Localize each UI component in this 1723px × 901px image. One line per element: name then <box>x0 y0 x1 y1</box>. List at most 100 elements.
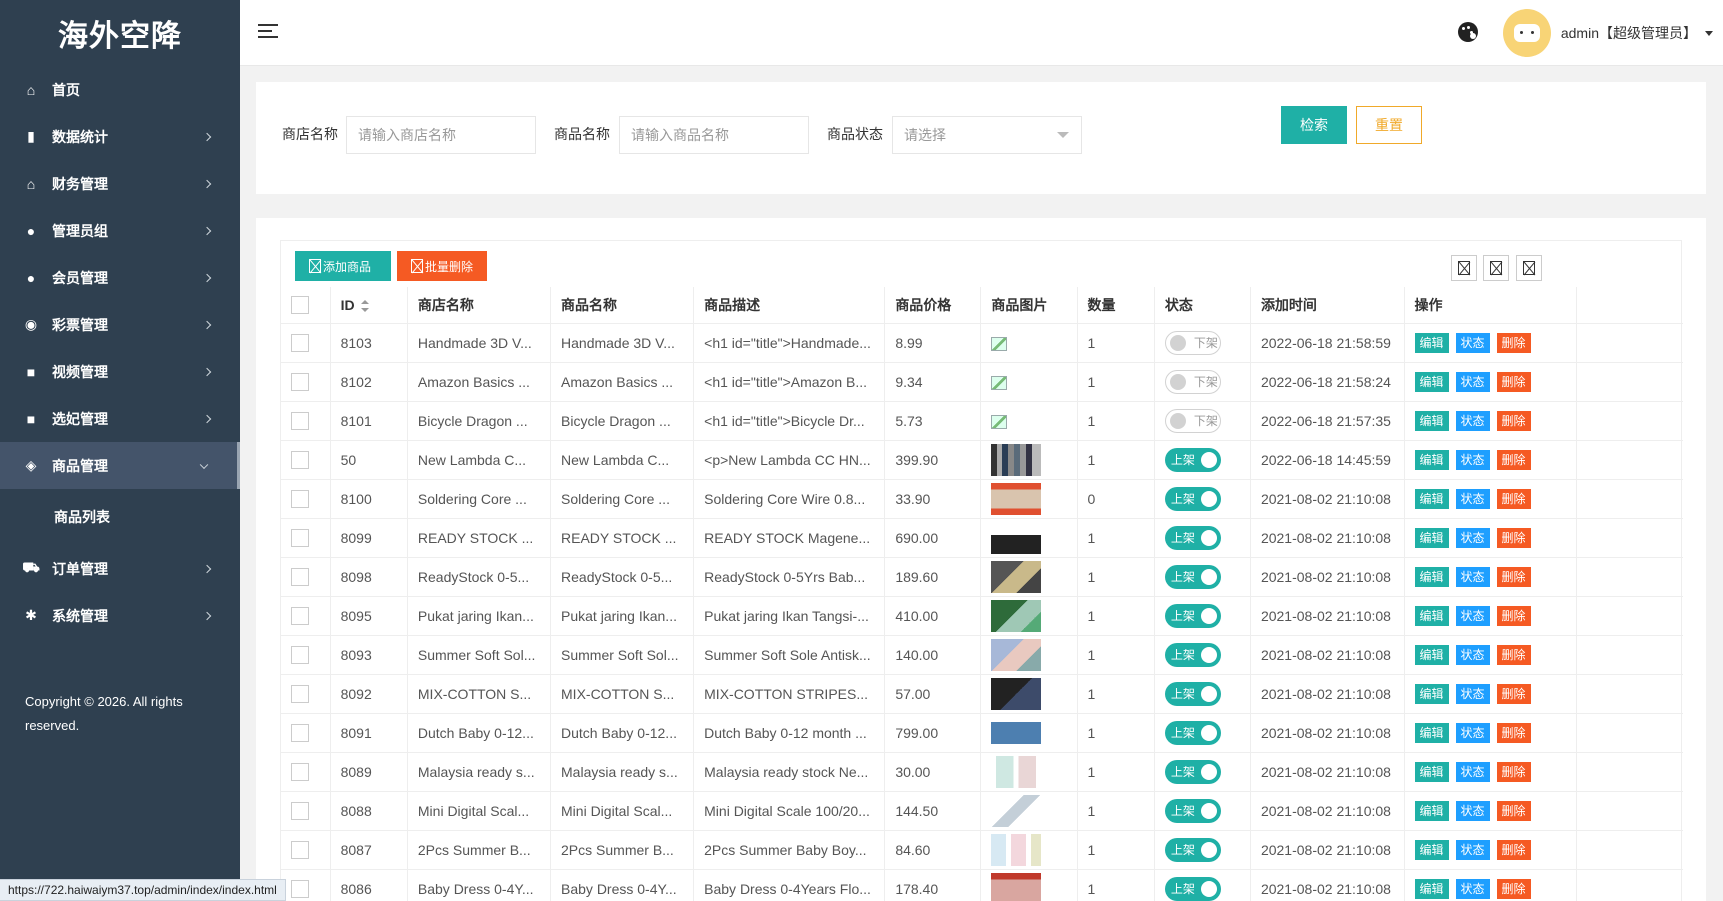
status-toggle[interactable]: 上架 <box>1164 447 1221 472</box>
delete-button[interactable]: 删除 <box>1496 605 1531 626</box>
status-toggle[interactable]: 上架 <box>1164 798 1221 823</box>
status-toggle[interactable]: 上架 <box>1164 837 1221 862</box>
edit-button[interactable]: 编辑 <box>1414 527 1449 548</box>
product-thumbnail[interactable] <box>991 833 1042 866</box>
edit-button[interactable]: 编辑 <box>1414 761 1449 782</box>
delete-button[interactable]: 删除 <box>1496 410 1531 431</box>
sidebar-subitem-product-list[interactable]: 商品列表 <box>0 489 240 545</box>
product-thumbnail[interactable] <box>991 755 1042 788</box>
status-toggle[interactable]: 上架 <box>1164 564 1221 589</box>
broken-image-icon[interactable] <box>991 414 1008 429</box>
edit-button[interactable]: 编辑 <box>1414 839 1449 860</box>
state-button[interactable]: 状态 <box>1455 878 1490 899</box>
batch-delete-button[interactable]: 批量删除 <box>397 251 487 281</box>
status-toggle[interactable]: 上架 <box>1164 681 1221 706</box>
state-button[interactable]: 状态 <box>1455 683 1490 704</box>
state-button[interactable]: 状态 <box>1455 761 1490 782</box>
edit-button[interactable]: 编辑 <box>1414 800 1449 821</box>
state-button[interactable]: 状态 <box>1455 644 1490 665</box>
sidebar-item-2[interactable]: ⌂ 财务管理 <box>0 160 240 207</box>
row-checkbox[interactable] <box>291 489 309 508</box>
sidebar-item-8[interactable]: ◈ 商品管理 <box>0 442 240 489</box>
product-thumbnail[interactable] <box>991 599 1042 632</box>
delete-button[interactable]: 删除 <box>1496 683 1531 704</box>
product-thumbnail[interactable] <box>991 716 1042 749</box>
status-toggle[interactable]: 下架 <box>1164 408 1221 433</box>
sidebar-item-9[interactable]: ⛟ 订单管理 <box>0 545 240 592</box>
broken-image-icon[interactable] <box>991 336 1008 351</box>
app-logo[interactable]: 海外空降 <box>0 0 240 66</box>
status-toggle[interactable]: 上架 <box>1164 876 1221 901</box>
row-checkbox[interactable] <box>291 372 309 391</box>
menu-toggle-icon[interactable] <box>258 24 278 40</box>
delete-button[interactable]: 删除 <box>1496 644 1531 665</box>
edit-button[interactable]: 编辑 <box>1414 410 1449 431</box>
edit-button[interactable]: 编辑 <box>1414 332 1449 353</box>
state-button[interactable]: 状态 <box>1455 800 1490 821</box>
col-id[interactable]: ID <box>330 287 408 324</box>
export-icon[interactable] <box>1483 255 1509 281</box>
product-thumbnail[interactable] <box>991 443 1042 476</box>
sidebar-item-3[interactable]: ● 管理员组 <box>0 207 240 254</box>
delete-button[interactable]: 删除 <box>1496 722 1531 743</box>
broken-image-icon[interactable] <box>991 375 1008 390</box>
state-button[interactable]: 状态 <box>1455 605 1490 626</box>
row-checkbox[interactable] <box>291 762 309 781</box>
sidebar-item-5[interactable]: ◉ 彩票管理 <box>0 301 240 348</box>
product-name-input[interactable]: 请输入商品名称 <box>619 116 809 154</box>
product-thumbnail[interactable] <box>991 872 1042 901</box>
print-icon[interactable] <box>1516 255 1542 281</box>
delete-button[interactable]: 删除 <box>1496 566 1531 587</box>
edit-button[interactable]: 编辑 <box>1414 449 1449 470</box>
sidebar-item-10[interactable]: ✱ 系统管理 <box>0 592 240 639</box>
row-checkbox[interactable] <box>291 840 309 859</box>
state-button[interactable]: 状态 <box>1455 839 1490 860</box>
status-toggle[interactable]: 上架 <box>1164 759 1221 784</box>
state-button[interactable]: 状态 <box>1455 722 1490 743</box>
sidebar-item-6[interactable]: ■ 视频管理 <box>0 348 240 395</box>
sort-icon[interactable] <box>360 300 369 313</box>
status-toggle[interactable]: 下架 <box>1164 369 1221 394</box>
search-button[interactable]: 检索 <box>1281 106 1347 144</box>
edit-button[interactable]: 编辑 <box>1414 644 1449 665</box>
delete-button[interactable]: 删除 <box>1496 878 1531 899</box>
product-thumbnail[interactable] <box>991 560 1042 593</box>
row-checkbox[interactable] <box>291 801 309 820</box>
state-button[interactable]: 状态 <box>1455 566 1490 587</box>
row-checkbox[interactable] <box>291 645 309 664</box>
delete-button[interactable]: 删除 <box>1496 839 1531 860</box>
row-checkbox[interactable] <box>291 567 309 586</box>
status-toggle[interactable]: 下架 <box>1164 330 1221 355</box>
row-checkbox[interactable] <box>291 723 309 742</box>
delete-button[interactable]: 删除 <box>1496 527 1531 548</box>
row-checkbox[interactable] <box>291 684 309 703</box>
product-thumbnail[interactable] <box>991 677 1042 710</box>
edit-button[interactable]: 编辑 <box>1414 566 1449 587</box>
state-button[interactable]: 状态 <box>1455 527 1490 548</box>
status-toggle[interactable]: 上架 <box>1164 603 1221 628</box>
edit-button[interactable]: 编辑 <box>1414 683 1449 704</box>
edit-button[interactable]: 编辑 <box>1414 605 1449 626</box>
product-thumbnail[interactable] <box>991 521 1042 554</box>
delete-button[interactable]: 删除 <box>1496 800 1531 821</box>
status-toggle[interactable]: 上架 <box>1164 642 1221 667</box>
shop-name-input[interactable]: 请输入商店名称 <box>346 116 536 154</box>
reset-button[interactable]: 重置 <box>1356 106 1422 144</box>
delete-button[interactable]: 删除 <box>1496 332 1531 353</box>
edit-button[interactable]: 编辑 <box>1414 722 1449 743</box>
edit-button[interactable]: 编辑 <box>1414 371 1449 392</box>
product-thumbnail[interactable] <box>991 638 1042 671</box>
row-checkbox[interactable] <box>291 606 309 625</box>
delete-button[interactable]: 删除 <box>1496 449 1531 470</box>
delete-button[interactable]: 删除 <box>1496 371 1531 392</box>
state-button[interactable]: 状态 <box>1455 488 1490 509</box>
sidebar-item-7[interactable]: ■ 选妃管理 <box>0 395 240 442</box>
row-checkbox[interactable] <box>291 333 309 352</box>
state-button[interactable]: 状态 <box>1455 332 1490 353</box>
sidebar-item-0[interactable]: ⌂ 首页 <box>0 66 240 113</box>
product-status-select[interactable]: 请选择 <box>892 116 1082 154</box>
add-product-button[interactable]: 添加商品 <box>295 251 391 281</box>
state-button[interactable]: 状态 <box>1455 410 1490 431</box>
status-toggle[interactable]: 上架 <box>1164 486 1221 511</box>
row-checkbox[interactable] <box>291 528 309 547</box>
